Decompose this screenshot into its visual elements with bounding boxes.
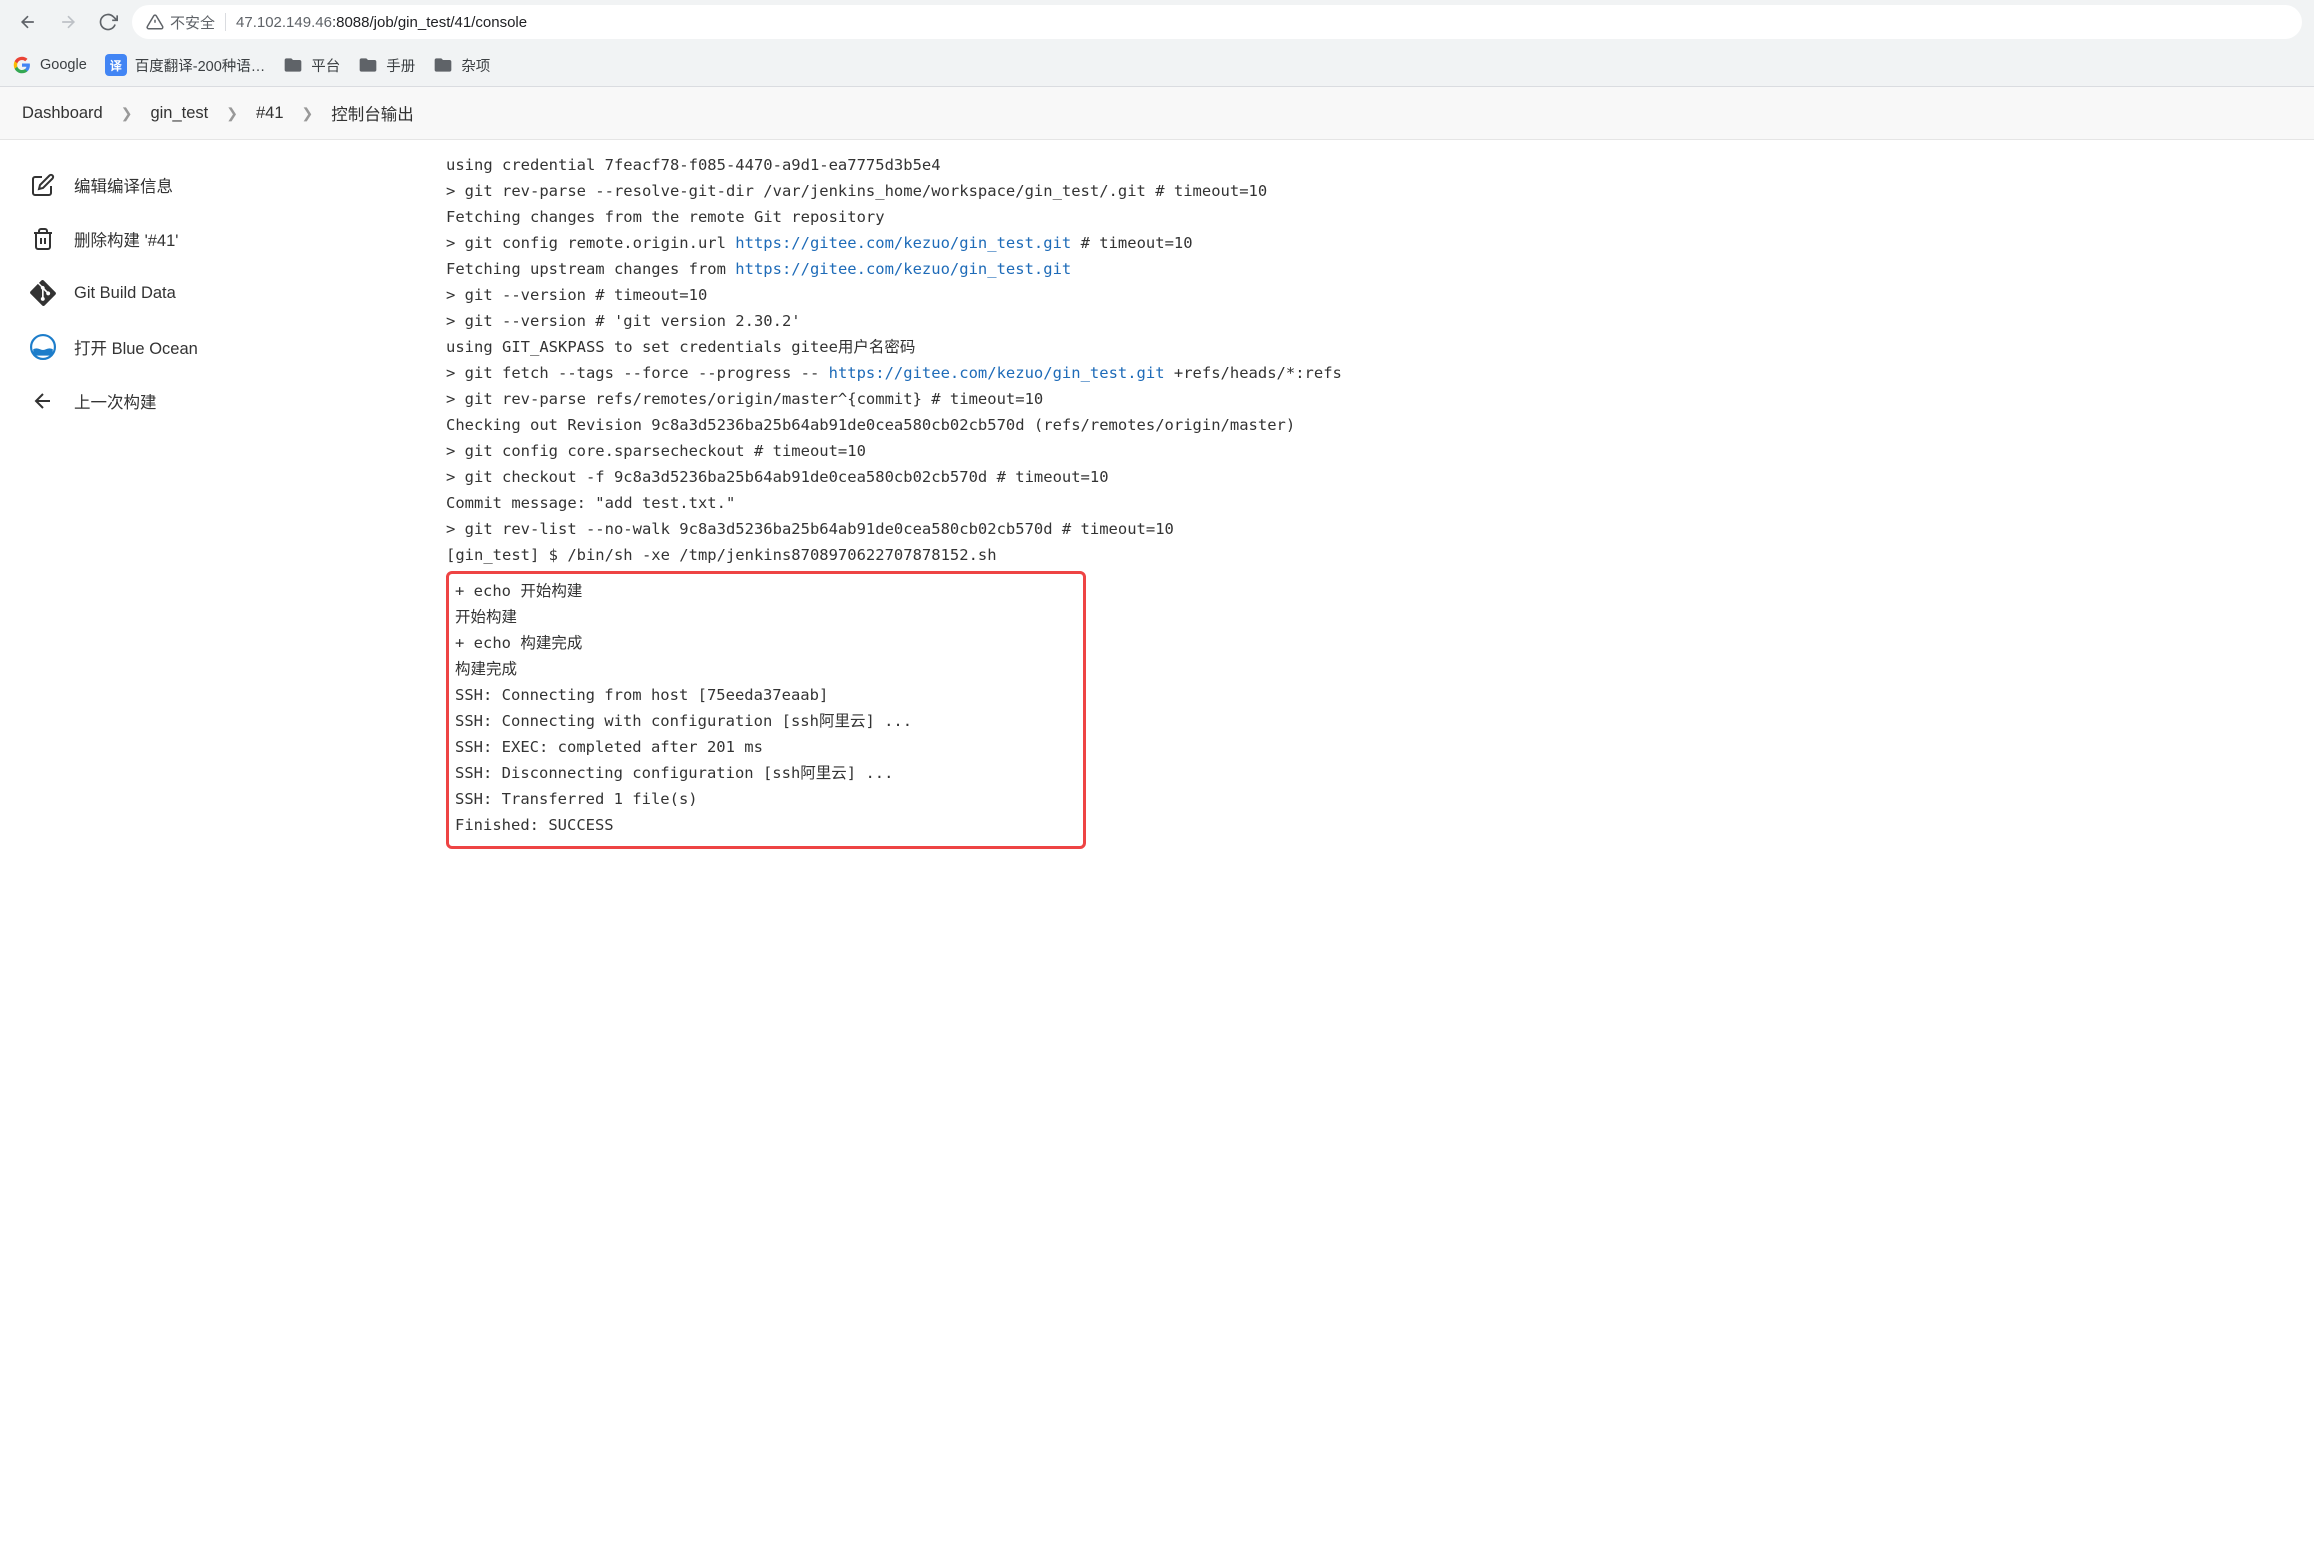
sidebar-item-label: 上一次构建 <box>74 389 157 413</box>
console-line: Fetching changes from the remote Git rep… <box>446 204 2296 230</box>
git-remote-link[interactable]: https://gitee.com/kezuo/gin_test.git <box>735 234 1071 252</box>
console-line: SSH: Transferred 1 file(s) <box>455 786 1077 812</box>
highlighted-output-box: + echo 开始构建 开始构建 + echo 构建完成 构建完成 SSH: C… <box>446 571 1086 849</box>
chevron-right-icon: ❯ <box>121 105 133 122</box>
console-line: Finished: SUCCESS <box>455 812 1077 838</box>
console-line: > git config remote.origin.url https://g… <box>446 230 2296 256</box>
browser-nav-row: 不安全 47.102.149.46:8088/job/gin_test/41/c… <box>0 0 2314 44</box>
breadcrumb-job[interactable]: gin_test <box>150 104 208 123</box>
url-text: 47.102.149.46:8088/job/gin_test/41/conso… <box>236 14 527 31</box>
console-line: > git rev-parse refs/remotes/origin/mast… <box>446 386 2296 412</box>
console-line: SSH: EXEC: completed after 201 ms <box>455 734 1077 760</box>
edit-icon <box>30 172 56 198</box>
console-line: > git --version # timeout=10 <box>446 282 2296 308</box>
sidebar-item-delete-build[interactable]: 删除构建 '#41' <box>0 212 428 266</box>
console-output: using credential 7feacf78-f085-4470-a9d1… <box>428 140 2314 861</box>
google-icon <box>12 55 32 75</box>
sidebar-item-blue-ocean[interactable]: 打开 Blue Ocean <box>0 320 428 374</box>
bookmark-label: 平台 <box>311 55 340 76</box>
address-divider <box>225 13 226 31</box>
console-line: 构建完成 <box>455 656 1077 682</box>
bookmark-label: 手册 <box>386 55 415 76</box>
translate-icon: 译 <box>105 54 127 76</box>
sidebar-item-git-data[interactable]: Git Build Data <box>0 266 428 320</box>
bookmark-label: Google <box>40 57 87 73</box>
console-line: using GIT_ASKPASS to set credentials git… <box>446 334 2296 360</box>
git-icon <box>30 280 56 306</box>
bookmarks-bar: Google 译 百度翻译-200种语… 平台 手册 杂项 <box>0 44 2314 86</box>
sidebar-item-label: 编辑编译信息 <box>74 173 173 197</box>
console-line: [gin_test] $ /bin/sh -xe /tmp/jenkins870… <box>446 542 2296 568</box>
chevron-right-icon: ❯ <box>226 105 238 122</box>
git-remote-link[interactable]: https://gitee.com/kezuo/gin_test.git <box>829 364 1165 382</box>
folder-icon <box>433 55 453 75</box>
arrow-left-icon <box>18 12 38 32</box>
insecure-label: 不安全 <box>170 12 215 33</box>
console-line: + echo 构建完成 <box>455 630 1077 656</box>
console-line: SSH: Connecting from host [75eeda37eaab] <box>455 682 1077 708</box>
reload-button[interactable] <box>92 6 124 38</box>
folder-icon <box>358 55 378 75</box>
console-line: > git checkout -f 9c8a3d5236ba25b64ab91d… <box>446 464 2296 490</box>
folder-icon <box>283 55 303 75</box>
arrow-right-icon <box>58 12 78 32</box>
console-line: Fetching upstream changes from https://g… <box>446 256 2296 282</box>
trash-icon <box>30 226 56 252</box>
sidebar: 编辑编译信息 删除构建 '#41' Git Build Data 打开 Blue… <box>0 140 428 861</box>
breadcrumb-build[interactable]: #41 <box>256 104 284 123</box>
reload-icon <box>98 12 118 32</box>
sidebar-item-label: Git Build Data <box>74 284 176 303</box>
breadcrumb: Dashboard ❯ gin_test ❯ #41 ❯ 控制台输出 <box>0 87 2314 140</box>
console-line: > git fetch --tags --force --progress --… <box>446 360 2296 386</box>
console-line: > git rev-list --no-walk 9c8a3d5236ba25b… <box>446 516 2296 542</box>
console-line: 开始构建 <box>455 604 1077 630</box>
warning-triangle-icon <box>146 13 164 31</box>
git-remote-link[interactable]: https://gitee.com/kezuo/gin_test.git <box>735 260 1071 278</box>
bookmark-translate[interactable]: 译 百度翻译-200种语… <box>105 54 266 76</box>
back-button[interactable] <box>12 6 44 38</box>
sidebar-item-label: 删除构建 '#41' <box>74 227 178 251</box>
bookmark-manual[interactable]: 手册 <box>358 55 415 76</box>
console-line: Commit message: "add test.txt." <box>446 490 2296 516</box>
insecure-indicator[interactable]: 不安全 <box>146 12 215 33</box>
browser-chrome: 不安全 47.102.149.46:8088/job/gin_test/41/c… <box>0 0 2314 87</box>
breadcrumb-dashboard[interactable]: Dashboard <box>22 104 103 123</box>
console-line: > git --version # 'git version 2.30.2' <box>446 308 2296 334</box>
bookmark-label: 百度翻译-200种语… <box>135 55 266 76</box>
bookmark-google[interactable]: Google <box>12 55 87 75</box>
address-bar[interactable]: 不安全 47.102.149.46:8088/job/gin_test/41/c… <box>132 5 2302 39</box>
bookmark-label: 杂项 <box>461 55 490 76</box>
arrow-left-icon <box>30 388 56 414</box>
console-line: using credential 7feacf78-f085-4470-a9d1… <box>446 152 2296 178</box>
console-line: SSH: Connecting with configuration [ssh阿… <box>455 708 1077 734</box>
main-layout: 编辑编译信息 删除构建 '#41' Git Build Data 打开 Blue… <box>0 140 2314 861</box>
blue-ocean-icon <box>30 334 56 360</box>
chevron-right-icon: ❯ <box>302 105 314 122</box>
sidebar-item-prev-build[interactable]: 上一次构建 <box>0 374 428 428</box>
sidebar-item-label: 打开 Blue Ocean <box>74 335 198 359</box>
console-line: > git rev-parse --resolve-git-dir /var/j… <box>446 178 2296 204</box>
bookmark-platform[interactable]: 平台 <box>283 55 340 76</box>
console-line: Checking out Revision 9c8a3d5236ba25b64a… <box>446 412 2296 438</box>
bookmark-misc[interactable]: 杂项 <box>433 55 490 76</box>
console-line: + echo 开始构建 <box>455 578 1077 604</box>
sidebar-item-edit-build[interactable]: 编辑编译信息 <box>0 158 428 212</box>
breadcrumb-current: 控制台输出 <box>331 101 414 125</box>
forward-button[interactable] <box>52 6 84 38</box>
console-line: SSH: Disconnecting configuration [ssh阿里云… <box>455 760 1077 786</box>
console-line: > git config core.sparsecheckout # timeo… <box>446 438 2296 464</box>
